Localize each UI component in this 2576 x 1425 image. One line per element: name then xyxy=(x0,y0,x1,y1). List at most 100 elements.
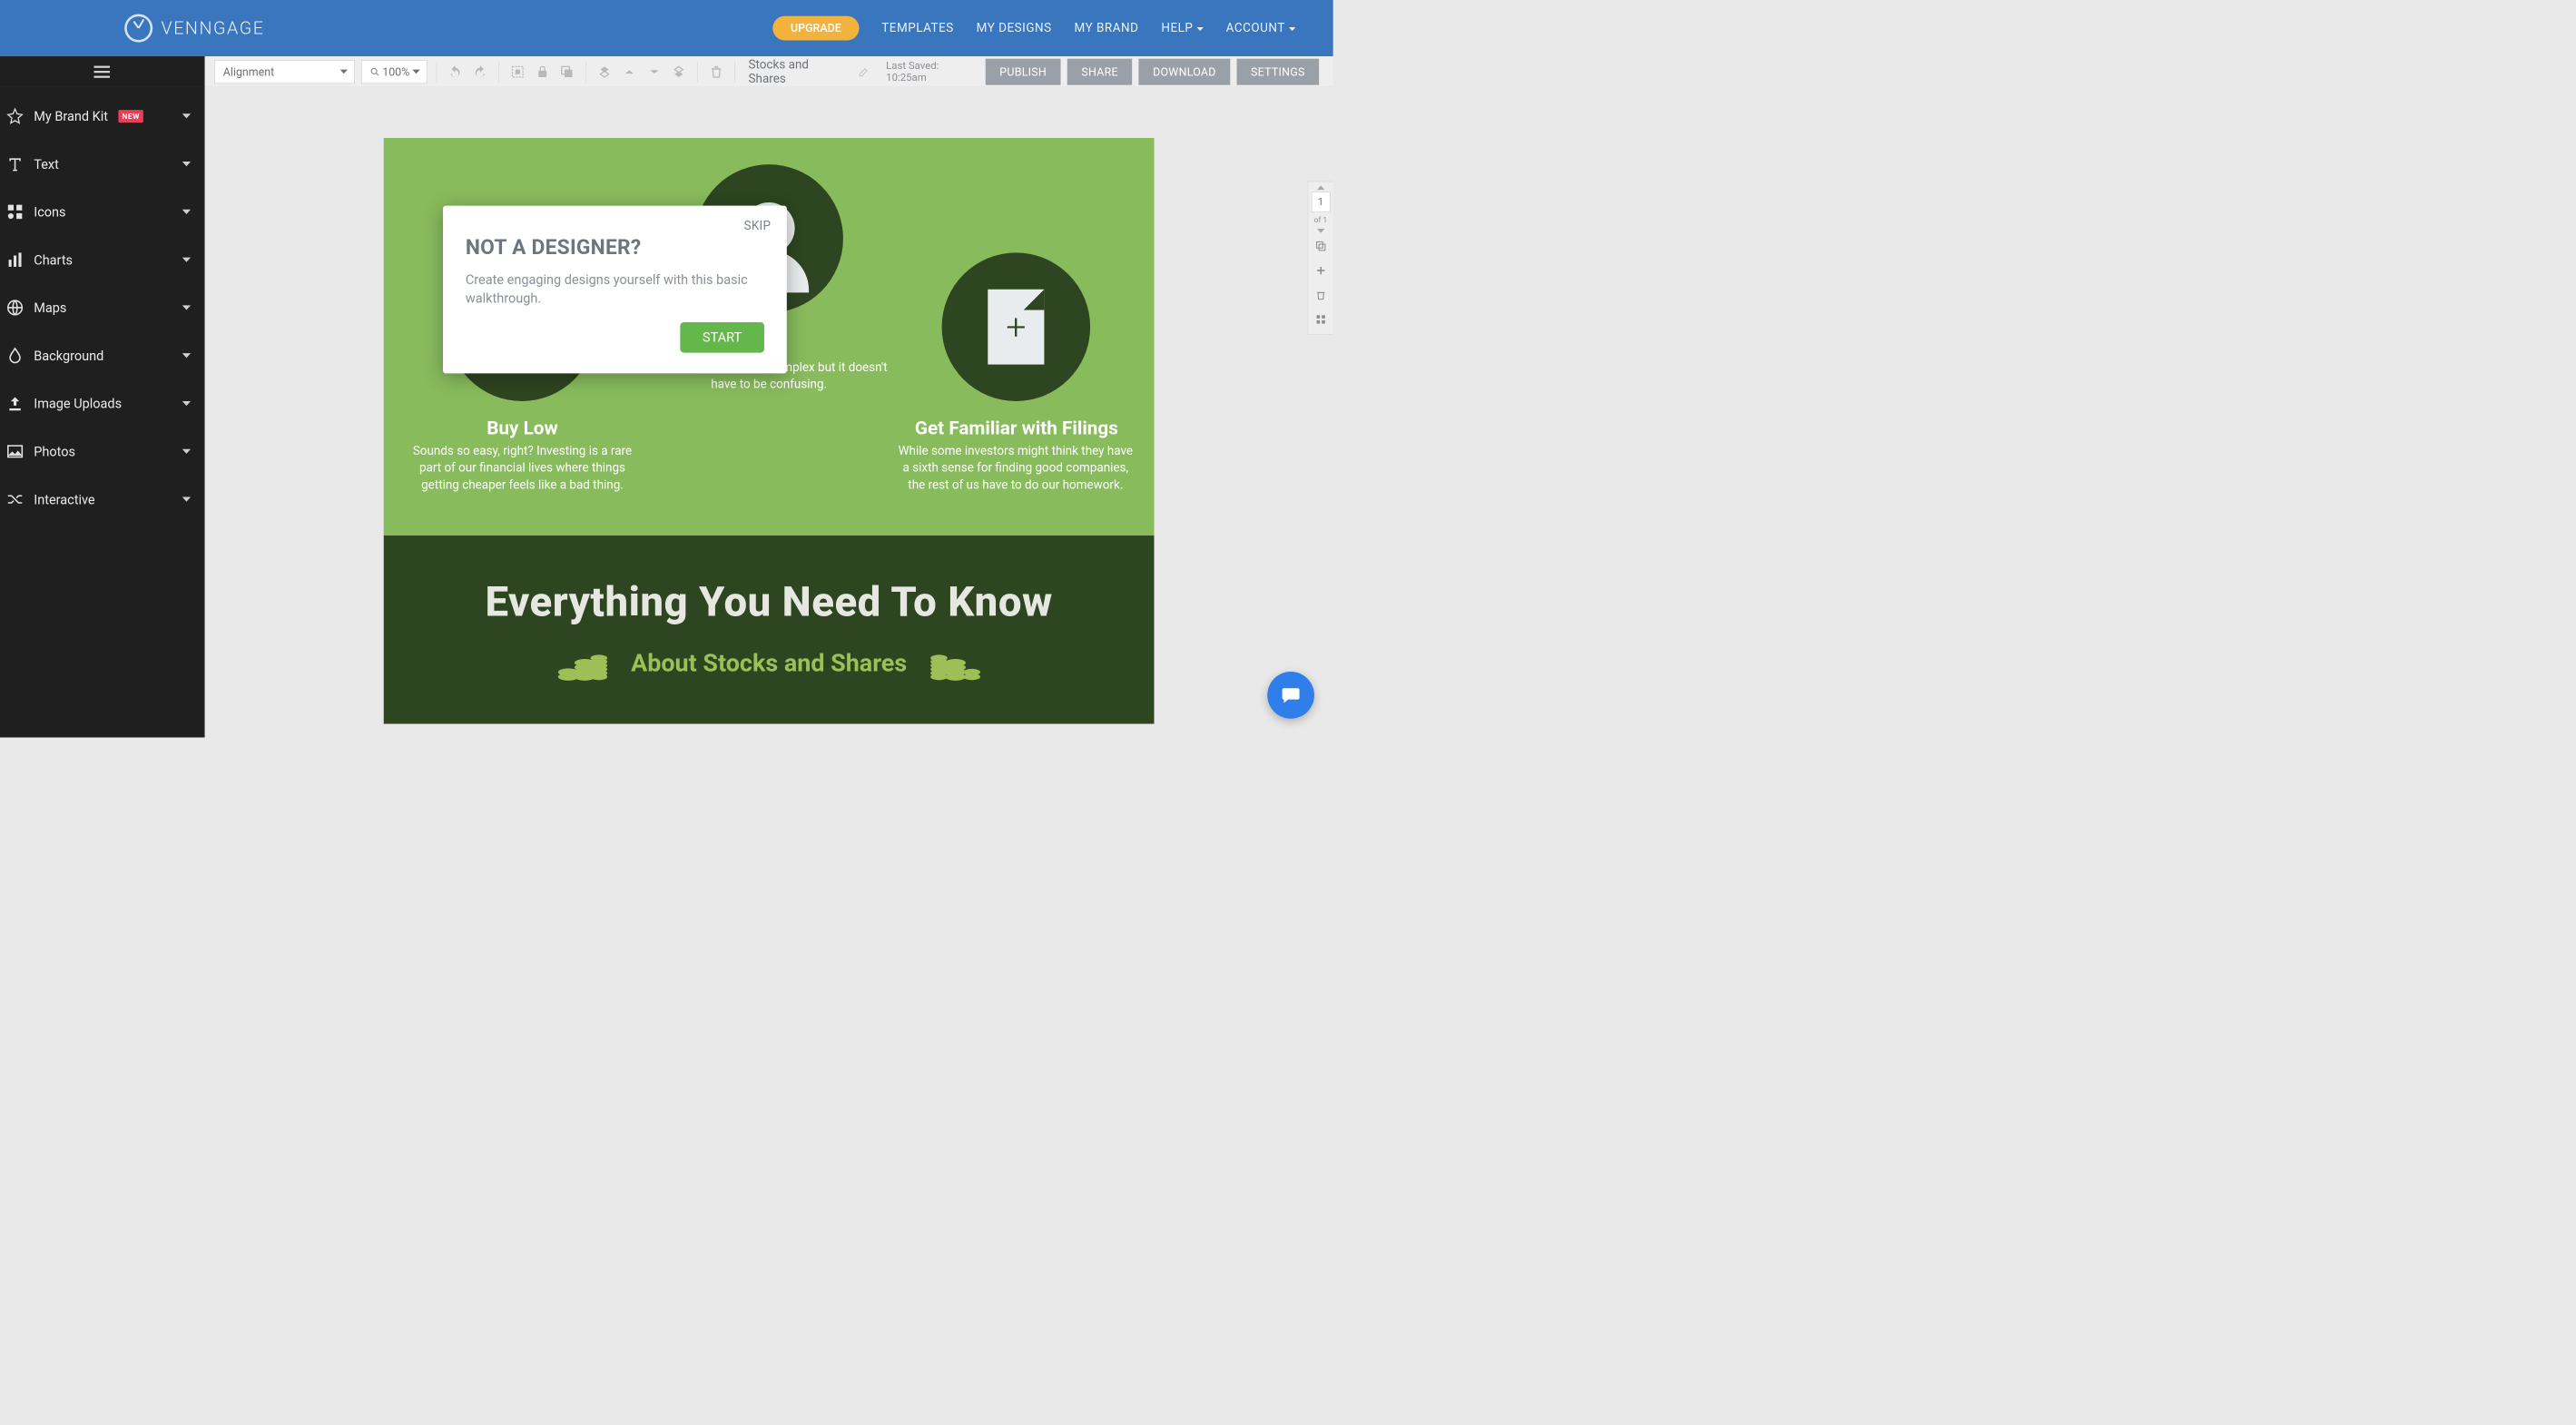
modal-body: Create engaging designs yourself with th… xyxy=(466,270,764,308)
alignment-select[interactable]: Alignment xyxy=(214,60,355,84)
sidebar-item-icons[interactable]: Icons xyxy=(0,188,204,236)
sidebar-item-brand-kit[interactable]: My Brand Kit NEW xyxy=(0,92,204,140)
sidebar-item-maps[interactable]: Maps xyxy=(0,284,204,332)
last-saved-label: Last Saved: 10:25am xyxy=(886,60,978,84)
chat-icon xyxy=(1281,685,1302,706)
top-header: VENNGAGE UPGRADE TEMPLATES MY DESIGNS MY… xyxy=(0,0,1333,56)
globe-icon xyxy=(5,298,25,319)
sidebar-item-charts[interactable]: Charts xyxy=(0,236,204,284)
zoom-label: 100% xyxy=(382,65,409,78)
edit-title-icon[interactable] xyxy=(859,65,870,77)
page-down-button[interactable] xyxy=(1317,229,1324,233)
clock-icon xyxy=(124,15,152,43)
chevron-down-icon xyxy=(182,449,191,454)
star-icon xyxy=(5,105,25,126)
shuffle-icon xyxy=(5,489,25,510)
coins-icon xyxy=(556,644,608,681)
chat-launcher[interactable] xyxy=(1267,672,1314,719)
chevron-down-icon xyxy=(182,353,191,358)
alignment-label: Alignment xyxy=(223,65,274,78)
nav-my-designs[interactable]: MY DESIGNS xyxy=(977,21,1052,35)
chevron-down-icon xyxy=(182,497,191,502)
nav-account[interactable]: ACCOUNT xyxy=(1226,21,1296,35)
upload-icon xyxy=(5,393,25,414)
sidebar-list: My Brand Kit NEW Text Icons Charts Maps … xyxy=(0,87,204,523)
sidebar-item-label: Charts xyxy=(34,252,73,268)
send-to-back-button[interactable] xyxy=(670,63,688,82)
sidebar-item-label: Interactive xyxy=(34,492,94,507)
add-page-button[interactable] xyxy=(1313,263,1329,279)
copy-button[interactable] xyxy=(558,63,576,82)
bottom-subtitle[interactable]: About Stocks and Shares xyxy=(631,648,907,677)
group-button[interactable] xyxy=(508,63,526,82)
hamburger-icon xyxy=(94,64,111,80)
undo-button[interactable] xyxy=(447,63,465,82)
shapes-icon xyxy=(5,201,25,222)
brand-logo[interactable]: VENNGAGE xyxy=(124,15,264,43)
canvas-area[interactable]: ? + Buy Low Sounds so easy, right? Inves… xyxy=(205,87,1333,737)
nav-my-brand[interactable]: MY BRAND xyxy=(1074,21,1138,35)
skip-button[interactable]: SKIP xyxy=(744,219,772,233)
left-column-desc[interactable]: Sounds so easy, right? Investing is a ra… xyxy=(404,442,642,493)
chevron-down-icon xyxy=(182,210,191,214)
settings-button[interactable]: SETTINGS xyxy=(1236,58,1319,84)
right-column-desc[interactable]: While some investors might think they ha… xyxy=(897,442,1135,493)
divider xyxy=(735,61,736,83)
sidebar-item-image-uploads[interactable]: Image Uploads xyxy=(0,379,204,428)
left-column-title[interactable]: Buy Low xyxy=(412,418,633,439)
copy-page-button[interactable] xyxy=(1313,239,1329,254)
divider xyxy=(585,61,586,83)
circle-right[interactable]: + xyxy=(942,252,1091,401)
sidebar-item-label: My Brand Kit xyxy=(34,108,108,123)
share-button[interactable]: SHARE xyxy=(1067,58,1133,84)
chevron-down-icon xyxy=(182,401,191,406)
drop-icon xyxy=(5,345,25,366)
chevron-down-icon xyxy=(182,162,191,166)
divider xyxy=(697,61,698,83)
nav-label: MY BRAND xyxy=(1074,21,1138,35)
bar-chart-icon xyxy=(5,250,25,270)
sidebar-item-label: Photos xyxy=(34,444,75,459)
delete-page-button[interactable] xyxy=(1313,288,1329,303)
grid-view-button[interactable] xyxy=(1313,312,1329,328)
page-up-button[interactable] xyxy=(1317,185,1324,190)
nav-help[interactable]: HELP xyxy=(1161,21,1203,35)
editor-toolbar: Alignment 100% Stocks and Shares Last Sa… xyxy=(205,56,1333,87)
zoom-select[interactable]: 100% xyxy=(361,60,427,84)
chevron-down-icon xyxy=(412,70,419,74)
bottom-heading[interactable]: Everything You Need To Know xyxy=(412,578,1126,626)
text-icon xyxy=(5,153,25,174)
download-button[interactable]: DOWNLOAD xyxy=(1139,58,1231,84)
sidebar-item-text[interactable]: Text xyxy=(0,140,204,188)
page-number-input[interactable]: 1 xyxy=(1312,192,1331,212)
sidebar-item-photos[interactable]: Photos xyxy=(0,428,204,476)
nav-label: ACCOUNT xyxy=(1226,21,1285,35)
chevron-down-icon xyxy=(340,70,348,74)
publish-button[interactable]: PUBLISH xyxy=(986,58,1061,84)
canvas-bottom-section[interactable]: Everything You Need To Know About Stocks… xyxy=(384,536,1155,724)
bring-forward-button[interactable] xyxy=(620,63,638,82)
lock-button[interactable] xyxy=(533,63,551,82)
nav-templates[interactable]: TEMPLATES xyxy=(881,21,954,35)
bring-to-front-button[interactable] xyxy=(595,63,614,82)
hamburger-button[interactable] xyxy=(0,56,204,87)
sidebar-item-label: Icons xyxy=(34,204,65,220)
chevron-down-icon xyxy=(182,258,191,262)
delete-button[interactable] xyxy=(707,63,725,82)
right-column-title[interactable]: Get Familiar with Filings xyxy=(906,418,1126,439)
document-title[interactable]: Stocks and Shares xyxy=(749,57,847,85)
redo-button[interactable] xyxy=(471,63,489,82)
nav-label: HELP xyxy=(1161,21,1193,35)
start-button[interactable]: START xyxy=(680,322,764,353)
left-sidebar: My Brand Kit NEW Text Icons Charts Maps … xyxy=(0,56,205,737)
sidebar-item-background[interactable]: Background xyxy=(0,331,204,379)
page-tools-panel: 1 of 1 xyxy=(1308,182,1333,335)
send-backward-button[interactable] xyxy=(645,63,664,82)
sidebar-item-label: Image Uploads xyxy=(34,396,122,411)
chevron-down-icon xyxy=(1289,27,1295,31)
divider xyxy=(437,61,438,83)
upgrade-button[interactable]: UPGRADE xyxy=(772,16,859,41)
bottom-subline: About Stocks and Shares xyxy=(412,644,1126,681)
sidebar-item-label: Maps xyxy=(34,300,66,315)
sidebar-item-interactive[interactable]: Interactive xyxy=(0,476,204,524)
